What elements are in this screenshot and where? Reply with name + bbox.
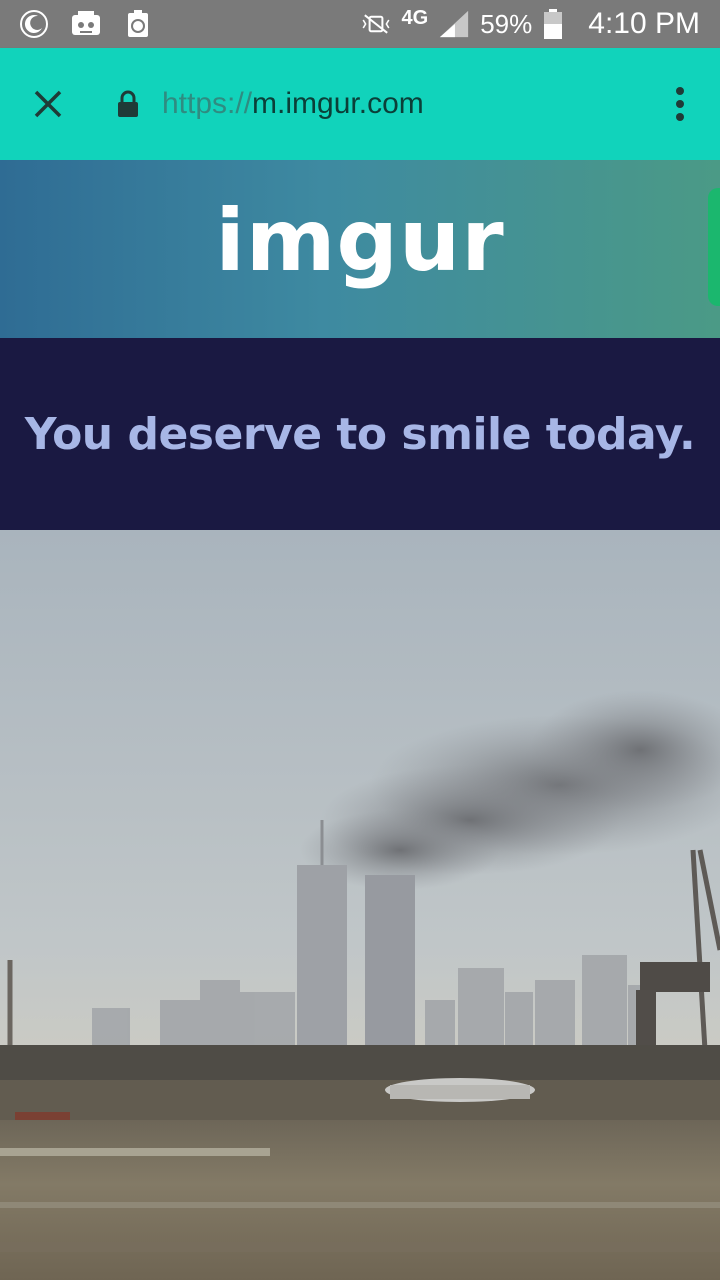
mute-vibrate-icon <box>360 8 392 40</box>
url-bar[interactable]: https://m.imgur.com <box>162 87 640 121</box>
skyline-photo <box>0 530 720 1280</box>
battery-icon <box>542 8 564 40</box>
game-controller-icon <box>70 8 102 40</box>
network-type: 4G <box>401 7 429 29</box>
side-drawer-tab[interactable] <box>708 188 720 306</box>
url-host: m.imgur.com <box>252 87 424 120</box>
clock: 4:10 PM <box>588 7 700 40</box>
signal-icon <box>438 8 470 40</box>
status-bar: 4G 59% 4:10 PM <box>0 0 720 48</box>
site-header: imgur <box>0 160 720 338</box>
browser-toolbar: https://m.imgur.com <box>0 48 720 160</box>
imgur-logo[interactable]: imgur <box>215 191 504 291</box>
promo-banner: You deserve to smile today. <box>0 338 720 530</box>
overflow-menu-button[interactable] <box>640 48 720 160</box>
post-image[interactable] <box>0 530 720 1280</box>
url-scheme: https:// <box>162 87 253 120</box>
moon-icon <box>18 8 50 40</box>
battery-percent: 59% <box>480 8 533 39</box>
close-icon <box>34 90 62 118</box>
close-tab-button[interactable] <box>0 48 96 160</box>
status-right: 4G 59% 4:10 PM <box>360 7 700 41</box>
recycle-icon <box>122 8 154 40</box>
more-vert-icon <box>676 87 684 121</box>
banner-text: You deserve to smile today. <box>24 408 696 460</box>
lock-icon <box>114 84 142 124</box>
status-left <box>18 8 154 40</box>
